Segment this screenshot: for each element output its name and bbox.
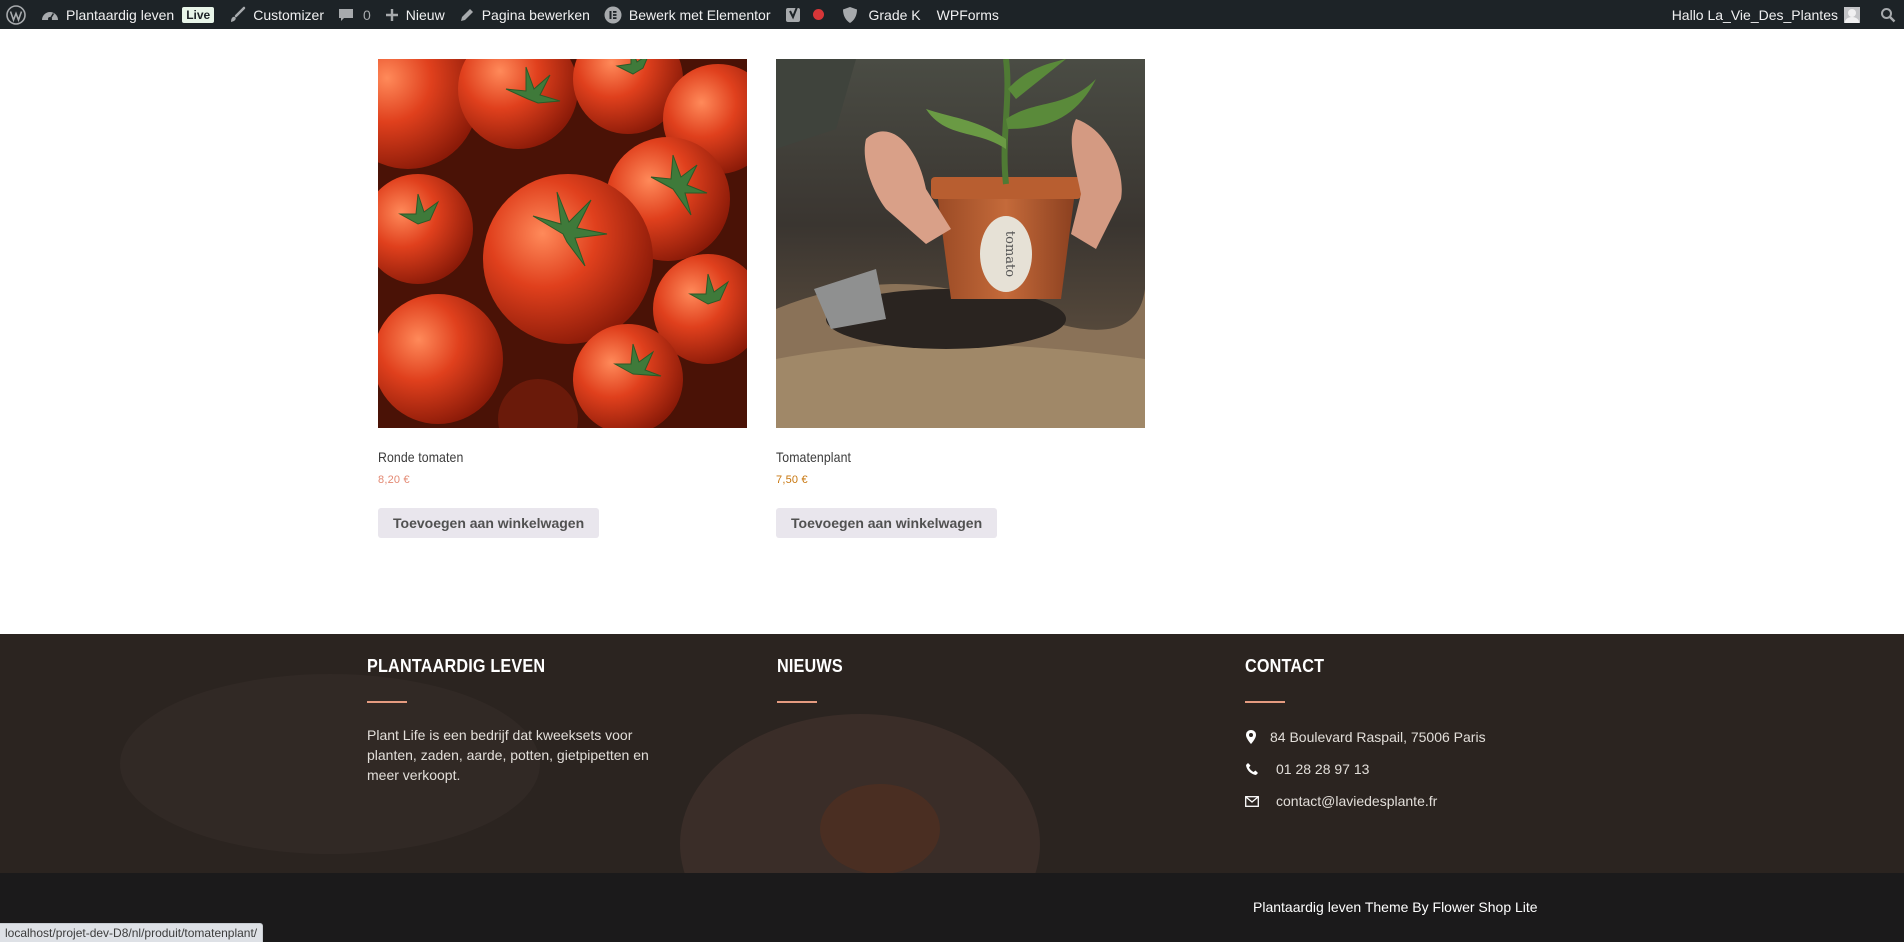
new-label: Nieuw xyxy=(405,6,445,23)
product-card: tomato Tomatenplant 7,50 € Toevoegen aan… xyxy=(776,59,1145,538)
footer-contact: CONTACT 84 Boulevard Raspail, 75006 Pari… xyxy=(1245,656,1486,811)
wordpress-logo-menu[interactable] xyxy=(0,0,34,29)
comments-link[interactable]: 0 xyxy=(331,0,378,29)
user-greeting: Hallo La_Vie_Des_Plantes xyxy=(1671,6,1838,23)
heading-divider xyxy=(777,701,817,703)
footer-heading: PLANTAARDIG LEVEN xyxy=(367,656,546,676)
plus-icon xyxy=(385,8,399,22)
user-account-menu[interactable]: Hallo La_Vie_Des_Plantes xyxy=(1665,0,1870,29)
search-icon xyxy=(1880,7,1896,23)
product-price: 7,50 € xyxy=(776,474,808,486)
wpforms-label: WPForms xyxy=(936,6,999,23)
map-marker-icon xyxy=(1245,730,1257,744)
footer-news: NIEUWS xyxy=(777,656,850,703)
footer-about: PLANTAARDIG LEVEN Plant Life is een bedr… xyxy=(367,656,657,785)
footer-heading: NIEUWS xyxy=(777,656,843,676)
phone-text[interactable]: 01 28 28 97 13 xyxy=(1276,761,1369,777)
site-name-menu[interactable]: Plantaardig leven Live xyxy=(34,0,221,29)
wpforms-menu[interactable]: WPForms xyxy=(928,0,1006,29)
admin-bar: Plantaardig leven Live Customizer 0 Nieu… xyxy=(0,0,1904,29)
product-card: Ronde tomaten 8,20 € Toevoegen aan winke… xyxy=(378,59,747,538)
envelope-icon xyxy=(1245,795,1259,807)
product-title[interactable]: Tomatenplant xyxy=(776,449,1101,465)
about-text: Plant Life is een bedrijf dat kweeksets … xyxy=(367,727,649,783)
avatar xyxy=(1844,6,1860,23)
address-text: 84 Boulevard Raspail, 75006 Paris xyxy=(1270,729,1486,745)
contact-email: contact@laviedesplante.fr xyxy=(1245,791,1486,811)
add-to-cart-button[interactable]: Toevoegen aan winkelwagen xyxy=(776,508,998,538)
site-footer: PLANTAARDIG LEVEN Plant Life is een bedr… xyxy=(0,634,1904,873)
shield-icon xyxy=(842,6,858,24)
customizer-link[interactable]: Customizer xyxy=(221,0,331,29)
yoast-icon xyxy=(785,6,803,24)
add-to-cart-button[interactable]: Toevoegen aan winkelwagen xyxy=(378,508,600,538)
phone-icon xyxy=(1245,763,1259,775)
live-badge: Live xyxy=(182,6,215,23)
yoast-seo-menu[interactable] xyxy=(778,0,831,29)
product-image-tomatoes[interactable] xyxy=(378,59,747,428)
contact-address: 84 Boulevard Raspail, 75006 Paris xyxy=(1245,727,1486,747)
elementor-icon xyxy=(604,6,622,24)
grade-label: Grade K xyxy=(868,6,921,23)
svg-text:tomato: tomato xyxy=(1002,231,1017,277)
comment-icon xyxy=(338,7,354,23)
site-name: Plantaardig leven xyxy=(66,6,175,23)
copyright-bar: Plantaardig leven Theme By Flower Shop L… xyxy=(0,873,1904,942)
product-title[interactable]: Ronde tomaten xyxy=(378,449,703,465)
product-image-tomato-plant[interactable]: tomato xyxy=(776,59,1145,428)
comments-count: 0 xyxy=(363,6,371,23)
dashboard-icon xyxy=(41,7,59,23)
footer-background-image xyxy=(820,784,940,873)
elementor-edit-link[interactable]: Bewerk met Elementor xyxy=(597,0,778,29)
edit-page-link[interactable]: Pagina bewerken xyxy=(452,0,597,29)
email-link[interactable]: contact@laviedesplante.fr xyxy=(1276,793,1437,809)
wordpress-icon xyxy=(6,4,26,25)
edit-page-label: Pagina bewerken xyxy=(481,6,590,23)
seo-status-dot xyxy=(812,9,824,20)
heading-divider xyxy=(367,701,407,703)
customizer-label: Customizer xyxy=(253,6,324,23)
new-content-menu[interactable]: Nieuw xyxy=(378,0,452,29)
search-button[interactable] xyxy=(1870,0,1904,29)
heading-divider xyxy=(1245,701,1285,703)
footer-heading: CONTACT xyxy=(1245,656,1325,676)
security-grade-menu[interactable]: Grade K xyxy=(835,0,928,29)
elementor-label: Bewerk met Elementor xyxy=(628,6,771,23)
status-bar-url: localhost/projet-dev-D8/nl/produit/tomat… xyxy=(0,923,264,942)
pencil-icon xyxy=(459,7,475,23)
theme-credit[interactable]: Plantaardig leven Theme By Flower Shop L… xyxy=(1253,899,1538,915)
product-price: 8,20 € xyxy=(378,474,410,486)
paintbrush-icon xyxy=(228,6,246,24)
contact-phone: 01 28 28 97 13 xyxy=(1245,759,1486,779)
